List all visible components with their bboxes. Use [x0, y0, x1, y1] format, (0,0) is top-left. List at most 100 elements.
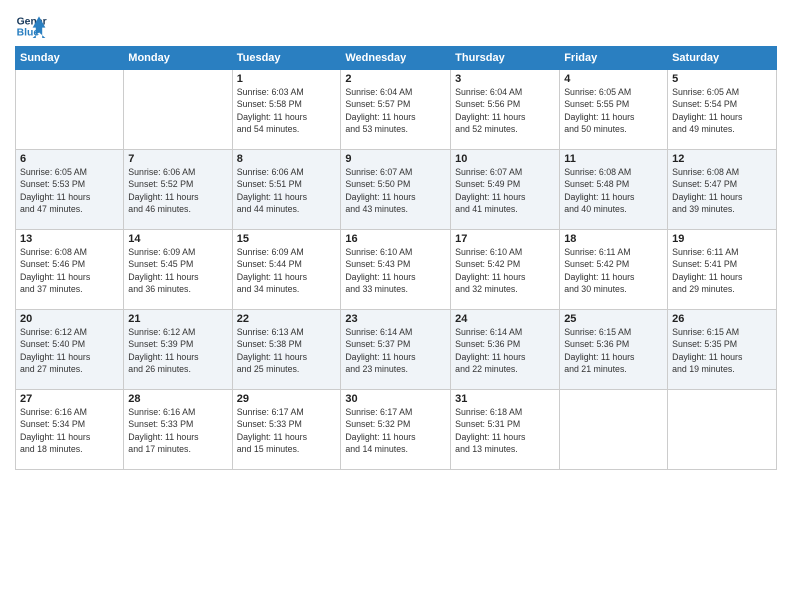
- week-row-4: 20Sunrise: 6:12 AM Sunset: 5:40 PM Dayli…: [16, 310, 777, 390]
- calendar-cell: 9Sunrise: 6:07 AM Sunset: 5:50 PM Daylig…: [341, 150, 451, 230]
- day-number: 21: [128, 313, 227, 325]
- calendar-cell: 11Sunrise: 6:08 AM Sunset: 5:48 PM Dayli…: [560, 150, 668, 230]
- calendar-cell: 15Sunrise: 6:09 AM Sunset: 5:44 PM Dayli…: [232, 230, 341, 310]
- day-info: Sunrise: 6:04 AM Sunset: 5:57 PM Dayligh…: [345, 86, 446, 135]
- calendar-cell: 16Sunrise: 6:10 AM Sunset: 5:43 PM Dayli…: [341, 230, 451, 310]
- calendar-cell: 2Sunrise: 6:04 AM Sunset: 5:57 PM Daylig…: [341, 70, 451, 150]
- calendar-table: SundayMondayTuesdayWednesdayThursdayFrid…: [15, 46, 777, 470]
- day-info: Sunrise: 6:14 AM Sunset: 5:36 PM Dayligh…: [455, 326, 555, 375]
- calendar-cell: 1Sunrise: 6:03 AM Sunset: 5:58 PM Daylig…: [232, 70, 341, 150]
- calendar-cell: 25Sunrise: 6:15 AM Sunset: 5:36 PM Dayli…: [560, 310, 668, 390]
- day-number: 10: [455, 153, 555, 165]
- day-info: Sunrise: 6:08 AM Sunset: 5:47 PM Dayligh…: [672, 166, 772, 215]
- calendar-cell: 5Sunrise: 6:05 AM Sunset: 5:54 PM Daylig…: [668, 70, 777, 150]
- day-number: 30: [345, 393, 446, 405]
- day-info: Sunrise: 6:09 AM Sunset: 5:44 PM Dayligh…: [237, 246, 337, 295]
- weekday-header-tuesday: Tuesday: [232, 47, 341, 70]
- day-number: 9: [345, 153, 446, 165]
- weekday-header-row: SundayMondayTuesdayWednesdayThursdayFrid…: [16, 47, 777, 70]
- day-info: Sunrise: 6:06 AM Sunset: 5:52 PM Dayligh…: [128, 166, 227, 215]
- day-number: 4: [564, 73, 663, 85]
- week-row-2: 6Sunrise: 6:05 AM Sunset: 5:53 PM Daylig…: [16, 150, 777, 230]
- day-info: Sunrise: 6:17 AM Sunset: 5:32 PM Dayligh…: [345, 406, 446, 455]
- week-row-5: 27Sunrise: 6:16 AM Sunset: 5:34 PM Dayli…: [16, 390, 777, 470]
- calendar-cell: 7Sunrise: 6:06 AM Sunset: 5:52 PM Daylig…: [124, 150, 232, 230]
- day-info: Sunrise: 6:06 AM Sunset: 5:51 PM Dayligh…: [237, 166, 337, 215]
- day-info: Sunrise: 6:17 AM Sunset: 5:33 PM Dayligh…: [237, 406, 337, 455]
- calendar-cell: 30Sunrise: 6:17 AM Sunset: 5:32 PM Dayli…: [341, 390, 451, 470]
- day-number: 14: [128, 233, 227, 245]
- day-number: 23: [345, 313, 446, 325]
- day-info: Sunrise: 6:07 AM Sunset: 5:49 PM Dayligh…: [455, 166, 555, 215]
- calendar-cell: 31Sunrise: 6:18 AM Sunset: 5:31 PM Dayli…: [451, 390, 560, 470]
- calendar-cell: 8Sunrise: 6:06 AM Sunset: 5:51 PM Daylig…: [232, 150, 341, 230]
- day-number: 17: [455, 233, 555, 245]
- calendar-cell: 10Sunrise: 6:07 AM Sunset: 5:49 PM Dayli…: [451, 150, 560, 230]
- day-number: 5: [672, 73, 772, 85]
- day-info: Sunrise: 6:07 AM Sunset: 5:50 PM Dayligh…: [345, 166, 446, 215]
- day-info: Sunrise: 6:09 AM Sunset: 5:45 PM Dayligh…: [128, 246, 227, 295]
- day-number: 24: [455, 313, 555, 325]
- day-info: Sunrise: 6:14 AM Sunset: 5:37 PM Dayligh…: [345, 326, 446, 375]
- day-info: Sunrise: 6:05 AM Sunset: 5:53 PM Dayligh…: [20, 166, 119, 215]
- weekday-header-friday: Friday: [560, 47, 668, 70]
- day-info: Sunrise: 6:12 AM Sunset: 5:39 PM Dayligh…: [128, 326, 227, 375]
- calendar-cell: [124, 70, 232, 150]
- weekday-header-sunday: Sunday: [16, 47, 124, 70]
- day-number: 2: [345, 73, 446, 85]
- calendar-cell: 19Sunrise: 6:11 AM Sunset: 5:41 PM Dayli…: [668, 230, 777, 310]
- logo-icon: General Blue: [15, 10, 47, 42]
- day-number: 29: [237, 393, 337, 405]
- day-number: 13: [20, 233, 119, 245]
- week-row-3: 13Sunrise: 6:08 AM Sunset: 5:46 PM Dayli…: [16, 230, 777, 310]
- day-number: 16: [345, 233, 446, 245]
- calendar-cell: 17Sunrise: 6:10 AM Sunset: 5:42 PM Dayli…: [451, 230, 560, 310]
- week-row-1: 1Sunrise: 6:03 AM Sunset: 5:58 PM Daylig…: [16, 70, 777, 150]
- weekday-header-monday: Monday: [124, 47, 232, 70]
- day-number: 22: [237, 313, 337, 325]
- header: General Blue: [15, 10, 777, 42]
- weekday-header-wednesday: Wednesday: [341, 47, 451, 70]
- day-number: 8: [237, 153, 337, 165]
- weekday-header-thursday: Thursday: [451, 47, 560, 70]
- day-number: 18: [564, 233, 663, 245]
- calendar-page: General Blue SundayMondayTuesdayWednesda…: [0, 0, 792, 612]
- day-number: 31: [455, 393, 555, 405]
- calendar-cell: [668, 390, 777, 470]
- calendar-cell: 26Sunrise: 6:15 AM Sunset: 5:35 PM Dayli…: [668, 310, 777, 390]
- day-info: Sunrise: 6:08 AM Sunset: 5:48 PM Dayligh…: [564, 166, 663, 215]
- day-info: Sunrise: 6:08 AM Sunset: 5:46 PM Dayligh…: [20, 246, 119, 295]
- day-number: 26: [672, 313, 772, 325]
- day-info: Sunrise: 6:03 AM Sunset: 5:58 PM Dayligh…: [237, 86, 337, 135]
- calendar-cell: 21Sunrise: 6:12 AM Sunset: 5:39 PM Dayli…: [124, 310, 232, 390]
- logo: General Blue: [15, 10, 47, 42]
- calendar-cell: 28Sunrise: 6:16 AM Sunset: 5:33 PM Dayli…: [124, 390, 232, 470]
- calendar-cell: 14Sunrise: 6:09 AM Sunset: 5:45 PM Dayli…: [124, 230, 232, 310]
- day-info: Sunrise: 6:15 AM Sunset: 5:36 PM Dayligh…: [564, 326, 663, 375]
- calendar-cell: 23Sunrise: 6:14 AM Sunset: 5:37 PM Dayli…: [341, 310, 451, 390]
- day-number: 28: [128, 393, 227, 405]
- calendar-cell: 29Sunrise: 6:17 AM Sunset: 5:33 PM Dayli…: [232, 390, 341, 470]
- day-number: 20: [20, 313, 119, 325]
- day-info: Sunrise: 6:04 AM Sunset: 5:56 PM Dayligh…: [455, 86, 555, 135]
- day-number: 1: [237, 73, 337, 85]
- calendar-cell: 13Sunrise: 6:08 AM Sunset: 5:46 PM Dayli…: [16, 230, 124, 310]
- day-info: Sunrise: 6:05 AM Sunset: 5:55 PM Dayligh…: [564, 86, 663, 135]
- calendar-cell: [560, 390, 668, 470]
- day-info: Sunrise: 6:13 AM Sunset: 5:38 PM Dayligh…: [237, 326, 337, 375]
- calendar-cell: 24Sunrise: 6:14 AM Sunset: 5:36 PM Dayli…: [451, 310, 560, 390]
- calendar-cell: 4Sunrise: 6:05 AM Sunset: 5:55 PM Daylig…: [560, 70, 668, 150]
- day-number: 19: [672, 233, 772, 245]
- day-number: 12: [672, 153, 772, 165]
- day-info: Sunrise: 6:15 AM Sunset: 5:35 PM Dayligh…: [672, 326, 772, 375]
- day-info: Sunrise: 6:10 AM Sunset: 5:42 PM Dayligh…: [455, 246, 555, 295]
- calendar-cell: 6Sunrise: 6:05 AM Sunset: 5:53 PM Daylig…: [16, 150, 124, 230]
- calendar-cell: 18Sunrise: 6:11 AM Sunset: 5:42 PM Dayli…: [560, 230, 668, 310]
- day-info: Sunrise: 6:16 AM Sunset: 5:33 PM Dayligh…: [128, 406, 227, 455]
- day-info: Sunrise: 6:11 AM Sunset: 5:42 PM Dayligh…: [564, 246, 663, 295]
- day-info: Sunrise: 6:12 AM Sunset: 5:40 PM Dayligh…: [20, 326, 119, 375]
- day-number: 15: [237, 233, 337, 245]
- day-info: Sunrise: 6:10 AM Sunset: 5:43 PM Dayligh…: [345, 246, 446, 295]
- day-number: 25: [564, 313, 663, 325]
- day-info: Sunrise: 6:05 AM Sunset: 5:54 PM Dayligh…: [672, 86, 772, 135]
